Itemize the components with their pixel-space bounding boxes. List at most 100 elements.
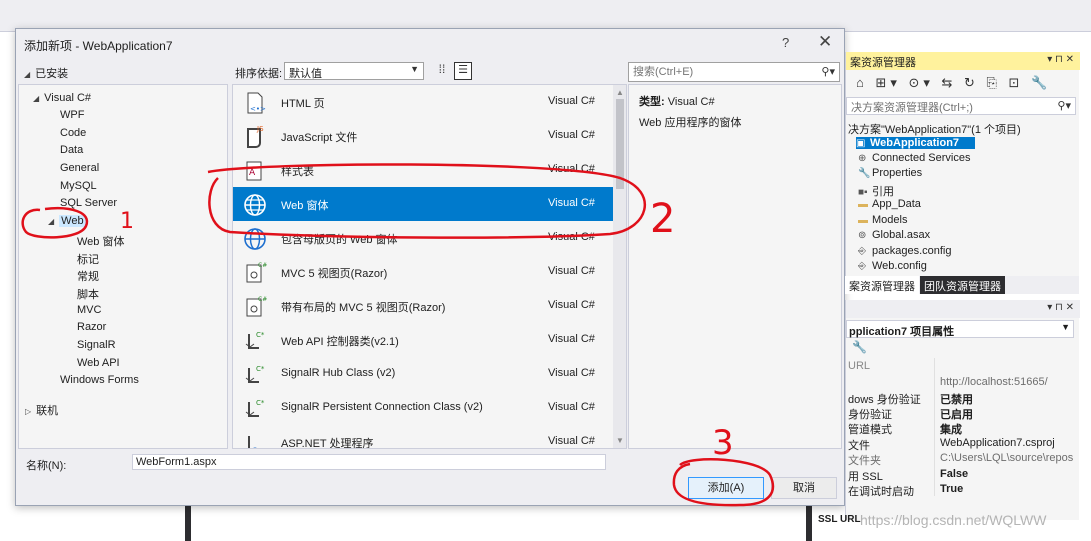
template-row-web-api-controller[interactable]: C* Web API 控制器类(v2.1) Visual C# xyxy=(233,323,613,357)
globe-icon xyxy=(244,228,266,250)
solution-node[interactable]: 决方案"WebApplication7"(1 个项目) xyxy=(848,121,1021,137)
node-app-data[interactable]: ▬ App_Data xyxy=(858,198,921,210)
node-properties[interactable]: 🔧 Properties xyxy=(858,167,922,179)
property-row[interactable]: 用 SSL False xyxy=(846,467,1080,483)
folder-icon: ▬ xyxy=(858,215,868,226)
tree-item-sql-server[interactable]: SQL Server xyxy=(60,197,117,209)
property-row[interactable]: 在调试时启动 True xyxy=(846,482,1080,498)
tree-item-visual-csharp[interactable]: ◢ Visual C# xyxy=(33,92,91,104)
global-asax-icon: ⊚ xyxy=(858,230,867,241)
solution-explorer-search[interactable]: 决方案资源管理器(Ctrl+;) ⚲▾ xyxy=(846,97,1076,115)
tree-item-markup[interactable]: 标记 xyxy=(77,251,99,267)
tree-label: 联机 xyxy=(36,405,59,417)
template-row-web-forms[interactable]: Web 窗体 Visual C# xyxy=(233,187,613,221)
template-search-input[interactable] xyxy=(629,63,809,81)
chevron-down-icon: ▼ xyxy=(410,64,419,74)
template-row-web-forms-master[interactable]: 包含母版页的 Web 窗体 Visual C# xyxy=(233,221,613,255)
template-name: SignalR Persistent Connection Class (v2) xyxy=(281,401,483,413)
config-file-icon: ⎆ xyxy=(858,261,866,272)
tree-item-general[interactable]: General xyxy=(60,162,99,174)
property-row[interactable]: 管道模式 集成 xyxy=(846,420,1080,436)
tab-solution-explorer[interactable]: 案资源管理器 xyxy=(845,276,919,294)
solution-explorer-toolbar[interactable]: ⌂ ⊞▾ ⊙▾ ⇆ ↻ ⎘ ⊡ 🔧 xyxy=(846,72,1080,96)
sort-dropdown[interactable]: 默认值 ▼ xyxy=(284,62,424,80)
tree-item-data[interactable]: Data xyxy=(60,144,83,156)
connected-services-icon: ⊕ xyxy=(858,153,867,164)
property-key: URL xyxy=(848,360,871,372)
tree-item-windows-forms[interactable]: Windows Forms xyxy=(60,374,139,386)
node-packages-config[interactable]: ⎆ packages.config xyxy=(858,245,952,257)
property-row[interactable]: URL xyxy=(846,359,1080,375)
node-connected-services[interactable]: ⊕ Connected Services xyxy=(858,152,970,164)
tree-item-code[interactable]: Code xyxy=(60,127,86,139)
name-input[interactable]: WebForm1.aspx xyxy=(132,454,606,470)
tree-item-common[interactable]: 常规 xyxy=(77,268,99,284)
tree-item-web-api[interactable]: Web API xyxy=(77,357,120,369)
node-label: Global.asax xyxy=(872,229,931,241)
template-name: JavaScript 文件 xyxy=(281,132,358,144)
globe-icon xyxy=(244,194,266,216)
template-search-box[interactable]: ⚲▾ xyxy=(628,62,840,82)
property-row[interactable]: 文件夹 C:\Users\LQL\source\repos xyxy=(846,451,1080,467)
object-name: pplication7 项目属性 xyxy=(849,326,955,338)
html-page-icon: <•> xyxy=(247,92,266,114)
property-row[interactable]: 身份验证 已启用 xyxy=(846,405,1080,421)
node-models[interactable]: ▬ Models xyxy=(858,214,907,226)
template-list-scrollbar[interactable]: ▲ ▼ xyxy=(613,85,626,448)
panel-pin-icons[interactable]: ▾ ⊓ ✕ xyxy=(1047,302,1074,313)
node-web-config[interactable]: ⎆ Web.config xyxy=(858,260,927,272)
template-language: Visual C# xyxy=(548,95,595,107)
razor-view-icon: C# xyxy=(246,262,267,283)
template-row-mvc-layout-view[interactable]: C# 带有布局的 MVC 5 视图页(Razor) Visual C# xyxy=(233,289,613,323)
template-row-aspnet-handler[interactable]: ASP.NET 处理程序 Visual C# xyxy=(233,425,613,448)
property-row[interactable]: http://localhost:51665/ xyxy=(846,375,1080,391)
cancel-button[interactable]: 取消 xyxy=(771,477,837,499)
template-row-html-page[interactable]: <•> HTML 页 Visual C# xyxy=(233,85,613,119)
template-row-signalr-persistent[interactable]: C* SignalR Persistent Connection Class (… xyxy=(233,391,613,425)
template-row-stylesheet[interactable]: A 样式表 Visual C# xyxy=(233,153,613,187)
scroll-down-arrow-icon[interactable]: ▼ xyxy=(616,436,624,445)
tree-item-web-forms[interactable]: Web 窗体 xyxy=(77,233,124,249)
csharp-class-icon: C* xyxy=(245,365,265,383)
node-global-asax[interactable]: ⊚ Global.asax xyxy=(858,229,930,241)
ssl-url-label: SSL URL xyxy=(818,514,861,525)
svg-text:<•>: <•> xyxy=(250,105,266,113)
properties-object-selector[interactable]: pplication7 项目属性 ▼ xyxy=(846,320,1074,338)
template-row-signalr-hub[interactable]: C* SignalR Hub Class (v2) Visual C# xyxy=(233,357,613,391)
tree-item-online[interactable]: ▷ 联机 xyxy=(25,402,58,418)
list-view-icon[interactable]: ☰ xyxy=(454,62,472,80)
search-icon[interactable]: ⚲▾ xyxy=(821,65,835,78)
node-references[interactable]: ■▪ 引用 xyxy=(858,183,894,199)
tree-item-web[interactable]: ◢ Web xyxy=(48,215,86,227)
property-row[interactable]: dows 身份验证 已禁用 xyxy=(846,390,1080,406)
project-node[interactable]: ▣ WebApplication7 xyxy=(856,137,976,149)
help-button[interactable]: ? xyxy=(782,35,789,50)
template-row-mvc-view[interactable]: C# MVC 5 视图页(Razor) Visual C# xyxy=(233,255,613,289)
category-tree: ◢ Visual C# WPF Code Data General MySQL S… xyxy=(18,84,228,449)
template-language: Visual C# xyxy=(548,163,595,175)
search-icon[interactable]: ⚲▾ xyxy=(1057,99,1071,112)
wrench-icon[interactable]: 🔧 xyxy=(852,340,867,354)
add-button[interactable]: 添加(A) xyxy=(688,477,764,499)
tab-team-explorer[interactable]: 团队资源管理器 xyxy=(920,276,1005,294)
sort-value: 默认值 xyxy=(289,68,322,80)
tree-item-mvc[interactable]: MVC xyxy=(77,304,101,316)
property-value: WebApplication7.csproj xyxy=(940,437,1055,449)
property-row[interactable]: 文件 WebApplication7.csproj xyxy=(846,436,1080,452)
installed-header[interactable]: ◢ 已安装 xyxy=(24,65,68,81)
tree-item-wpf[interactable]: WPF xyxy=(60,109,84,121)
tree-item-script[interactable]: 脚本 xyxy=(77,286,99,302)
template-name: SignalR Hub Class (v2) xyxy=(281,367,396,379)
template-name: 包含母版页的 Web 窗体 xyxy=(281,234,398,246)
tree-item-signalr[interactable]: SignalR xyxy=(77,339,116,351)
close-button[interactable]: ✕ xyxy=(818,32,832,52)
scrollbar-thumb[interactable] xyxy=(616,99,624,189)
panel-pin-icons[interactable]: ▾ ⊓ ✕ xyxy=(1047,54,1074,65)
tree-item-mysql[interactable]: MySQL xyxy=(60,180,97,192)
type-value: Visual C# xyxy=(667,96,715,108)
template-row-javascript[interactable]: JS JavaScript 文件 Visual C# xyxy=(233,119,613,153)
scroll-up-arrow-icon[interactable]: ▲ xyxy=(616,88,624,97)
node-label: App_Data xyxy=(872,198,921,210)
tree-item-razor[interactable]: Razor xyxy=(77,321,106,333)
small-icons-view-icon[interactable]: ⁞⁞ xyxy=(433,62,451,80)
